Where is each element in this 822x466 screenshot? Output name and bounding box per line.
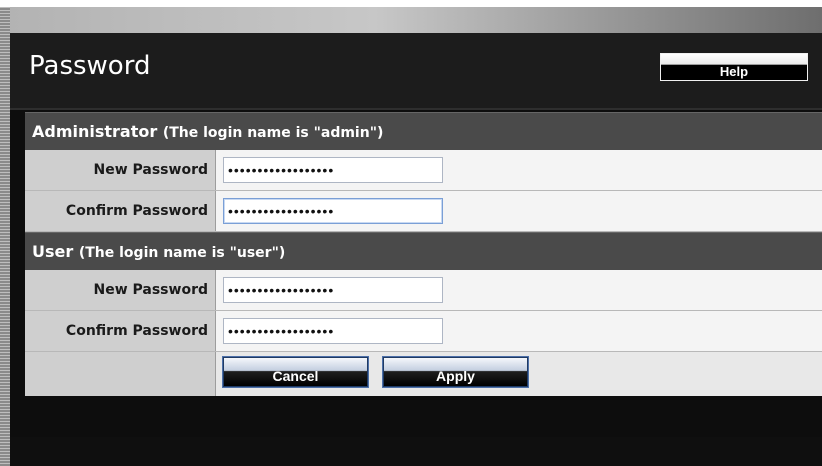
user-new-password-row: New Password •••••••••••••••••• bbox=[25, 270, 822, 311]
user-new-password-field[interactable]: •••••••••••••••••• bbox=[223, 277, 443, 303]
user-confirm-password-row: Confirm Password •••••••••••••••••• bbox=[25, 311, 822, 352]
admin-confirm-password-row: Confirm Password •••••••••••••••••• bbox=[25, 191, 822, 232]
admin-new-password-row: New Password •••••••••••••••••• bbox=[25, 150, 822, 191]
admin-new-password-cell: •••••••••••••••••• bbox=[216, 150, 822, 190]
action-row-spacer bbox=[25, 352, 216, 396]
admin-section-note: (The login name is "admin") bbox=[162, 125, 384, 141]
admin-section-header: Administrator (The login name is "admin"… bbox=[25, 112, 822, 150]
top-strip bbox=[0, 0, 822, 7]
admin-new-password-field[interactable]: •••••••••••••••••• bbox=[223, 157, 443, 183]
password-form: Administrator (The login name is "admin"… bbox=[25, 112, 822, 396]
user-new-password-cell: •••••••••••••••••• bbox=[216, 270, 822, 310]
title-bar: Password Help bbox=[10, 33, 822, 110]
action-row: Cancel Apply bbox=[25, 352, 822, 396]
left-rail bbox=[0, 7, 10, 466]
bottom-bar bbox=[10, 437, 822, 466]
user-section-note: (The login name is "user") bbox=[78, 245, 286, 261]
admin-section-title: Administrator bbox=[32, 122, 158, 141]
cancel-button[interactable]: Cancel bbox=[223, 357, 368, 387]
admin-confirm-password-cell: •••••••••••••••••• bbox=[216, 191, 822, 231]
page-title: Password bbox=[29, 51, 151, 81]
user-section-title: User bbox=[32, 242, 74, 261]
user-section-header: User (The login name is "user") bbox=[25, 232, 822, 270]
user-confirm-password-cell: •••••••••••••••••• bbox=[216, 311, 822, 351]
user-confirm-password-label: Confirm Password bbox=[25, 311, 216, 351]
user-confirm-password-field[interactable]: •••••••••••••••••• bbox=[223, 318, 443, 344]
title-gradient-band bbox=[10, 7, 822, 33]
admin-confirm-password-field[interactable]: •••••••••••••••••• bbox=[223, 198, 443, 224]
apply-button[interactable]: Apply bbox=[383, 357, 528, 387]
admin-confirm-password-label: Confirm Password bbox=[25, 191, 216, 231]
user-new-password-label: New Password bbox=[25, 270, 216, 310]
help-button[interactable]: Help bbox=[660, 53, 808, 81]
action-button-cell: Cancel Apply bbox=[216, 352, 822, 396]
help-button-label: Help bbox=[719, 64, 749, 79]
admin-new-password-label: New Password bbox=[25, 150, 216, 190]
